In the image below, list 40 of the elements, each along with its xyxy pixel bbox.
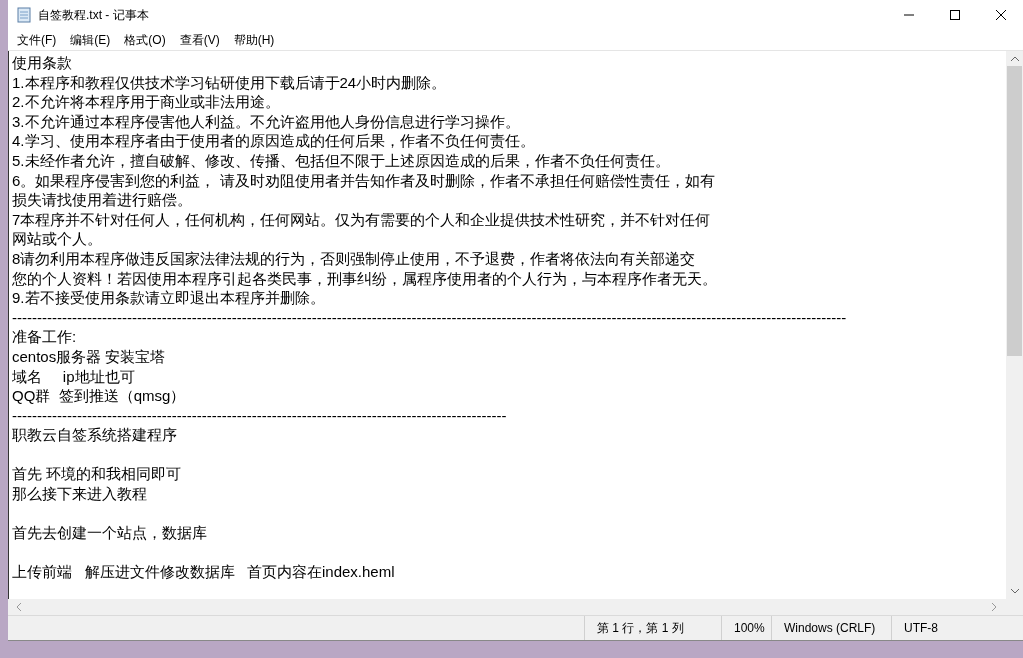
text-line: 8请勿利用本程序做违反国家法律法规的行为，否则强制停止使用，不予退费，作者将依法向有关部递交 <box>12 248 697 269</box>
scroll-thumb[interactable] <box>1007 66 1022 356</box>
text-line: 1.本程序和教程仅供技术学习钻研使用下载后请于24小时内删除。 <box>12 72 448 93</box>
text-line: 6。如果程序侵害到您的利益， 请及时劝阻使用者并告知作者及时删除，作者不承担任何赔偿性责任，如有 <box>12 170 716 191</box>
text-line: centos服务器 安装宝塔 <box>12 346 167 367</box>
menu-item[interactable]: 文件(F) <box>10 31 64 49</box>
text-line: 使用条款 <box>12 53 73 73</box>
text-line: 职教云自签系统搭建程序 <box>12 425 178 445</box>
text-line: 上传前端 解压进文件修改数据库 首页内容在index.heml <box>12 562 396 583</box>
menu-item[interactable]: 格式(O) <box>117 31 173 49</box>
vertical-scrollbar[interactable] <box>1006 51 1023 599</box>
window-title: 自签教程.txt - 记事本 <box>38 6 149 24</box>
text-line: 网站或个人。 <box>12 229 103 249</box>
line-ending: Windows (CRLF) <box>771 616 891 640</box>
notepad-icon <box>16 7 32 23</box>
text-line: 首先去创建一个站点，数据库 <box>12 523 208 543</box>
text-line: 5.未经作者允许，擅自破解、修改、传播、包括但不限于上述原因造成的后果，作者不负任何责任。 <box>12 150 671 171</box>
text-line: 首先 环境的和我相同即可 <box>12 464 183 485</box>
text-line: --------------------------------------------------------------------------------------------------- <box>12 405 508 426</box>
text-line: 域名 ip地址也可 <box>12 366 136 387</box>
zoom-level: 100% <box>721 616 771 640</box>
text-line: 3.不允许通过本程序侵害他人利益。不允许盗用他人身份信息进行学习操作。 <box>12 111 521 132</box>
text-line: 9.若不接受使用条款请立即退出本程序并删除。 <box>12 288 326 308</box>
cursor-position: 第 1 行，第 1 列 <box>584 616 721 640</box>
text-line: 您的个人资料！若因使用本程序引起各类民事，刑事纠纷，属程序使用者的个人行为，与本程序作者无天。 <box>12 268 718 289</box>
text-line: 准备工作: <box>12 327 78 347</box>
text-line: QQ群 签到推送（qmsg） <box>12 386 187 406</box>
text-line: ----------------------------------------------------------------------------------------------------------------------------------------------------------------------- <box>12 307 848 328</box>
menu-item[interactable]: 查看(V) <box>172 31 227 49</box>
text-line: 2.不允许将本程序用于商业或非法用途。 <box>12 92 281 112</box>
menu-item[interactable]: 编辑(E) <box>63 31 118 49</box>
encoding: UTF-8 <box>891 616 991 640</box>
text-line: 损失请找使用着进行赔偿。 <box>12 190 193 210</box>
text-line: 那么接下来进入教程 <box>12 484 148 504</box>
maximize-icon[interactable] <box>950 10 960 20</box>
close-icon[interactable] <box>996 10 1006 20</box>
text-line: 7本程序并不针对任何人，任何机构，任何网站。仅为有需要的个人和企业提供技术性研究，并不针对任何 <box>12 209 712 230</box>
menu-item[interactable]: 帮助(H) <box>226 31 282 49</box>
text-line: 4.学习、使用本程序者由于使用者的原因造成的任何后果，作者不负任何责任。 <box>12 131 536 151</box>
horizontal-scrollbar[interactable] <box>8 599 1023 615</box>
